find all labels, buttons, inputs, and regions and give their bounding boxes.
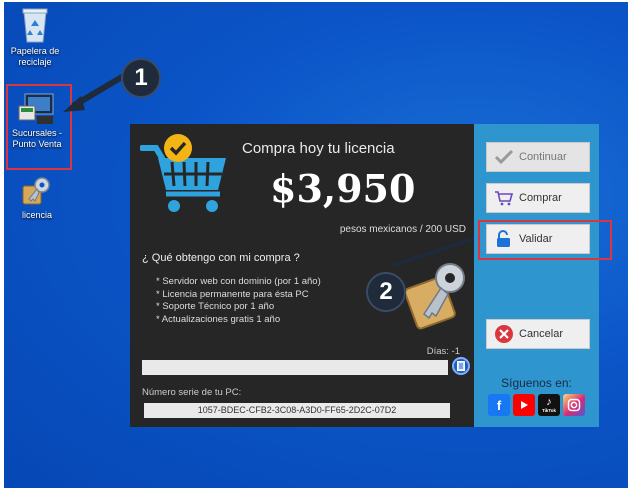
tiktok-caption: TikTok bbox=[541, 408, 557, 413]
serial-field[interactable]: 1057-BDEC-CFB2-3C08-A3D0-FF65-2D2C-07D2 bbox=[144, 403, 450, 418]
selection-highlight-validate bbox=[478, 220, 612, 260]
license-panel: Compra hoy tu licencia $3,950 pesos mexi… bbox=[130, 124, 474, 427]
benefit-item: * Actualizaciones gratis 1 año bbox=[156, 313, 281, 325]
recycle-bin-desktop-icon[interactable]: Papelera de reciclaje bbox=[4, 6, 66, 68]
close-icon bbox=[495, 325, 513, 343]
days-label: Días: -1 bbox=[426, 346, 460, 357]
tiktok-icon[interactable]: ♪ TikTok bbox=[538, 394, 560, 416]
serial-label: Número serie de tu PC: bbox=[142, 387, 242, 398]
continue-button[interactable]: Continuar bbox=[486, 142, 590, 172]
license-label: licencia bbox=[21, 210, 52, 220]
cancel-button[interactable]: Cancelar bbox=[486, 319, 590, 349]
follow-us-label: Síguenos en: bbox=[501, 376, 572, 390]
recycle-bin-icon bbox=[22, 8, 48, 43]
cart-icon bbox=[140, 134, 226, 212]
benefits-list: * Servidor web con dominio (por 1 año) *… bbox=[156, 276, 321, 326]
recycle-bin-label-1: Papelera de bbox=[10, 46, 60, 56]
step-marker-2: 2 bbox=[366, 272, 406, 312]
buy-label: Comprar bbox=[519, 192, 562, 204]
step-marker-1: 1 bbox=[121, 58, 161, 98]
pos-app-label-2: Punto Venta bbox=[12, 139, 62, 149]
dialog-title: Compra hoy tu licencia bbox=[242, 140, 395, 157]
social-links: f ♪ TikTok bbox=[488, 394, 585, 416]
youtube-icon[interactable] bbox=[513, 394, 535, 416]
instagram-icon[interactable] bbox=[563, 394, 585, 416]
key-icon bbox=[22, 177, 50, 205]
benefits-question: ¿ Qué obtengo con mi compra ? bbox=[142, 252, 300, 264]
pos-app-icon bbox=[18, 93, 54, 124]
checkmark-icon bbox=[494, 149, 514, 165]
benefit-item: * Licencia permanente para ésta PC bbox=[156, 288, 309, 300]
price: $3,950 bbox=[270, 166, 416, 211]
benefit-item: * Servidor web con dominio (por 1 año) bbox=[156, 276, 321, 287]
pos-app-label-1: Sucursales - bbox=[11, 128, 63, 138]
cancel-label: Cancelar bbox=[519, 328, 564, 340]
action-sidebar: Continuar Comprar Validar Cancelar Sígue… bbox=[474, 124, 599, 427]
recycle-bin-label-2: reciclaje bbox=[18, 57, 52, 67]
desktop: Papelera de reciclaje Sucursales - Punto… bbox=[4, 2, 628, 488]
cart-small-icon bbox=[495, 191, 514, 206]
license-key-icon bbox=[406, 263, 465, 330]
continue-label: Continuar bbox=[519, 151, 567, 163]
buy-button[interactable]: Comprar bbox=[486, 183, 590, 213]
document-icon bbox=[457, 361, 465, 371]
facebook-icon[interactable]: f bbox=[488, 394, 510, 416]
info-button[interactable] bbox=[452, 357, 470, 375]
arrow-pointer bbox=[63, 71, 129, 112]
days-field bbox=[142, 360, 448, 375]
connector-line bbox=[391, 234, 483, 268]
benefit-item: * Soporte Técnico por 1 año bbox=[156, 301, 275, 312]
license-desktop-icon[interactable]: licencia bbox=[6, 174, 68, 221]
